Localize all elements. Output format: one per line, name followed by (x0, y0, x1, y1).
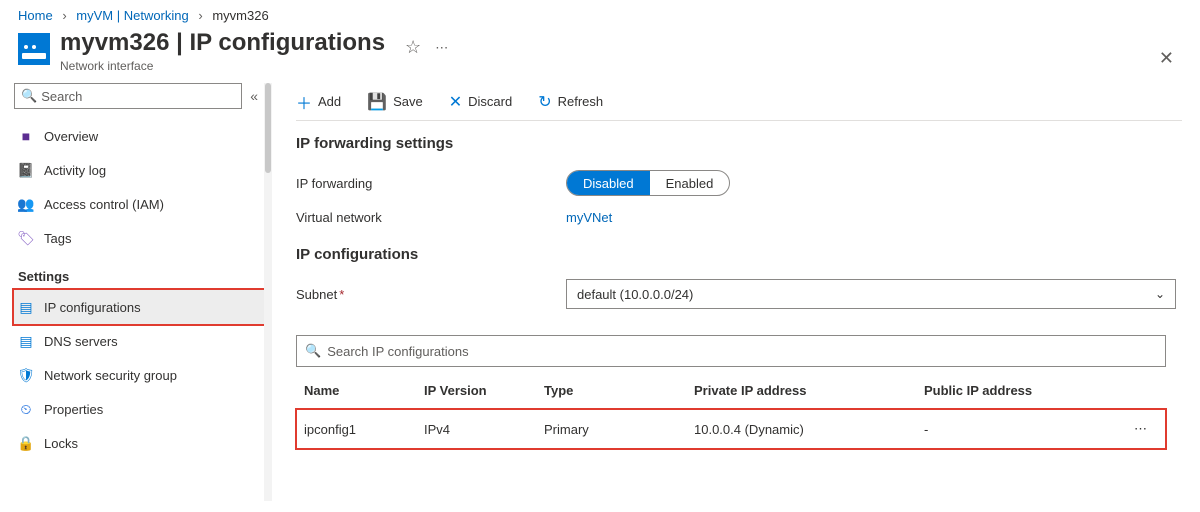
subnet-select[interactable]: default (10.0.0.0/24) ⌄ (566, 279, 1176, 309)
refresh-label: Refresh (558, 94, 604, 109)
save-icon: 💾 (367, 92, 387, 112)
col-name[interactable]: Name (296, 373, 416, 409)
breadcrumb: Home › myVM | Networking › myvm326 (0, 0, 1200, 29)
iam-icon: 👥 (18, 196, 34, 212)
sidebar: 🔍 Search « ■ Overview 📓 Activity log 👥 Acce… (0, 83, 272, 501)
col-public-ip[interactable]: Public IP address (916, 373, 1126, 409)
refresh-icon: ↻ (538, 92, 551, 112)
dns-icon: ▤ (18, 333, 34, 349)
breadcrumb-current: myvm326 (212, 8, 268, 23)
save-label: Save (393, 94, 423, 109)
network-interface-icon (18, 33, 50, 65)
col-private-ip[interactable]: Private IP address (686, 373, 916, 409)
sidebar-item-label: Access control (IAM) (44, 197, 164, 212)
chevron-right-icon: › (198, 8, 202, 23)
sidebar-item-tags[interactable]: 🏷 Tags (14, 221, 272, 255)
sidebar-item-label: Properties (44, 402, 103, 417)
page-title: myvm326 | IP configurations (60, 29, 385, 57)
sidebar-item-dns-servers[interactable]: ▤ DNS servers (14, 324, 272, 358)
lock-icon: 🔒 (18, 435, 34, 451)
cell-name: ipconfig1 (296, 409, 416, 450)
sidebar-search-input[interactable]: 🔍 Search (14, 83, 242, 109)
sidebar-section-settings: Settings (18, 269, 272, 284)
plus-icon: ＋ (296, 90, 312, 114)
table-row[interactable]: ipconfig1 IPv4 Primary 10.0.0.4 (Dynamic… (296, 409, 1166, 450)
subnet-label: Subnet* (296, 287, 566, 302)
add-button[interactable]: ＋ Add (296, 90, 341, 114)
ip-forwarding-label: IP forwarding (296, 176, 566, 191)
discard-button[interactable]: ✕ Discard (449, 92, 512, 112)
overview-icon: ■ (18, 128, 34, 144)
search-icon: 🔍 (305, 343, 321, 359)
ip-configurations-heading: IP configurations (296, 246, 1182, 263)
add-label: Add (318, 94, 341, 109)
table-header-row: Name IP Version Type Private IP address … (296, 373, 1166, 409)
cell-public-ip: - (916, 409, 1126, 450)
sidebar-item-label: Network security group (44, 368, 177, 383)
cell-private-ip: 10.0.0.4 (Dynamic) (686, 409, 916, 450)
sidebar-item-label: IP configurations (44, 300, 141, 315)
chevron-down-icon: ⌄ (1155, 287, 1165, 301)
refresh-button[interactable]: ↻ Refresh (538, 92, 603, 112)
activity-log-icon: 📓 (18, 162, 34, 178)
save-button[interactable]: 💾 Save (367, 92, 423, 112)
row-more-button[interactable]: ⋯ (1126, 409, 1166, 450)
tags-icon: 🏷 (18, 230, 34, 246)
sidebar-item-properties[interactable]: ⏲ Properties (14, 392, 272, 426)
cell-type: Primary (536, 409, 686, 450)
sidebar-item-label: DNS servers (44, 334, 118, 349)
ip-config-search-placeholder: Search IP configurations (327, 344, 468, 359)
ip-config-table: Name IP Version Type Private IP address … (296, 373, 1166, 449)
ip-forwarding-heading: IP forwarding settings (296, 135, 1182, 152)
sidebar-scrollbar[interactable] (264, 83, 272, 501)
virtual-network-label: Virtual network (296, 210, 566, 225)
sidebar-item-label: Activity log (44, 163, 106, 178)
col-ip-version[interactable]: IP Version (416, 373, 536, 409)
scrollbar-thumb[interactable] (265, 83, 271, 173)
search-icon: 🔍 (21, 88, 37, 104)
sidebar-item-label: Overview (44, 129, 98, 144)
virtual-network-link[interactable]: myVNet (566, 210, 612, 225)
required-icon: * (339, 287, 344, 302)
page-subtitle: Network interface (60, 59, 385, 73)
ip-config-search-input[interactable]: 🔍 Search IP configurations (296, 335, 1166, 367)
close-icon[interactable]: ✕ (1159, 48, 1174, 69)
sidebar-item-nsg[interactable]: 🛡 Network security group (14, 358, 272, 392)
more-icon[interactable]: ⋯ (435, 40, 448, 56)
properties-icon: ⏲ (18, 401, 34, 417)
toggle-enabled[interactable]: Enabled (650, 171, 730, 195)
cell-ip-version: IPv4 (416, 409, 536, 450)
sidebar-item-label: Locks (44, 436, 78, 451)
discard-label: Discard (468, 94, 512, 109)
subnet-value: default (10.0.0.0/24) (577, 287, 693, 302)
chevron-right-icon: › (62, 8, 66, 23)
sidebar-item-ip-configurations[interactable]: ▤ IP configurations (14, 290, 272, 324)
breadcrumb-l1[interactable]: myVM | Networking (76, 8, 188, 23)
collapse-sidebar-icon[interactable]: « (250, 88, 258, 104)
shield-icon: 🛡 (18, 367, 34, 383)
ip-config-icon: ▤ (18, 299, 34, 315)
breadcrumb-home[interactable]: Home (18, 8, 53, 23)
sidebar-item-activity-log[interactable]: 📓 Activity log (14, 153, 272, 187)
sidebar-item-overview[interactable]: ■ Overview (14, 119, 272, 153)
sidebar-search-placeholder: Search (41, 89, 82, 104)
sidebar-item-iam[interactable]: 👥 Access control (IAM) (14, 187, 272, 221)
toggle-disabled[interactable]: Disabled (567, 171, 650, 195)
col-type[interactable]: Type (536, 373, 686, 409)
sidebar-item-locks[interactable]: 🔒 Locks (14, 426, 272, 460)
page-header: myvm326 | IP configurations Network inte… (0, 29, 1200, 83)
ip-forwarding-toggle[interactable]: Disabled Enabled (566, 170, 730, 196)
sidebar-item-label: Tags (44, 231, 71, 246)
main-content: ＋ Add 💾 Save ✕ Discard ↻ Refresh IP forwardi… (272, 83, 1200, 501)
favorite-icon[interactable]: ☆ (405, 37, 421, 58)
toolbar: ＋ Add 💾 Save ✕ Discard ↻ Refresh (296, 83, 1182, 121)
discard-icon: ✕ (449, 92, 462, 112)
